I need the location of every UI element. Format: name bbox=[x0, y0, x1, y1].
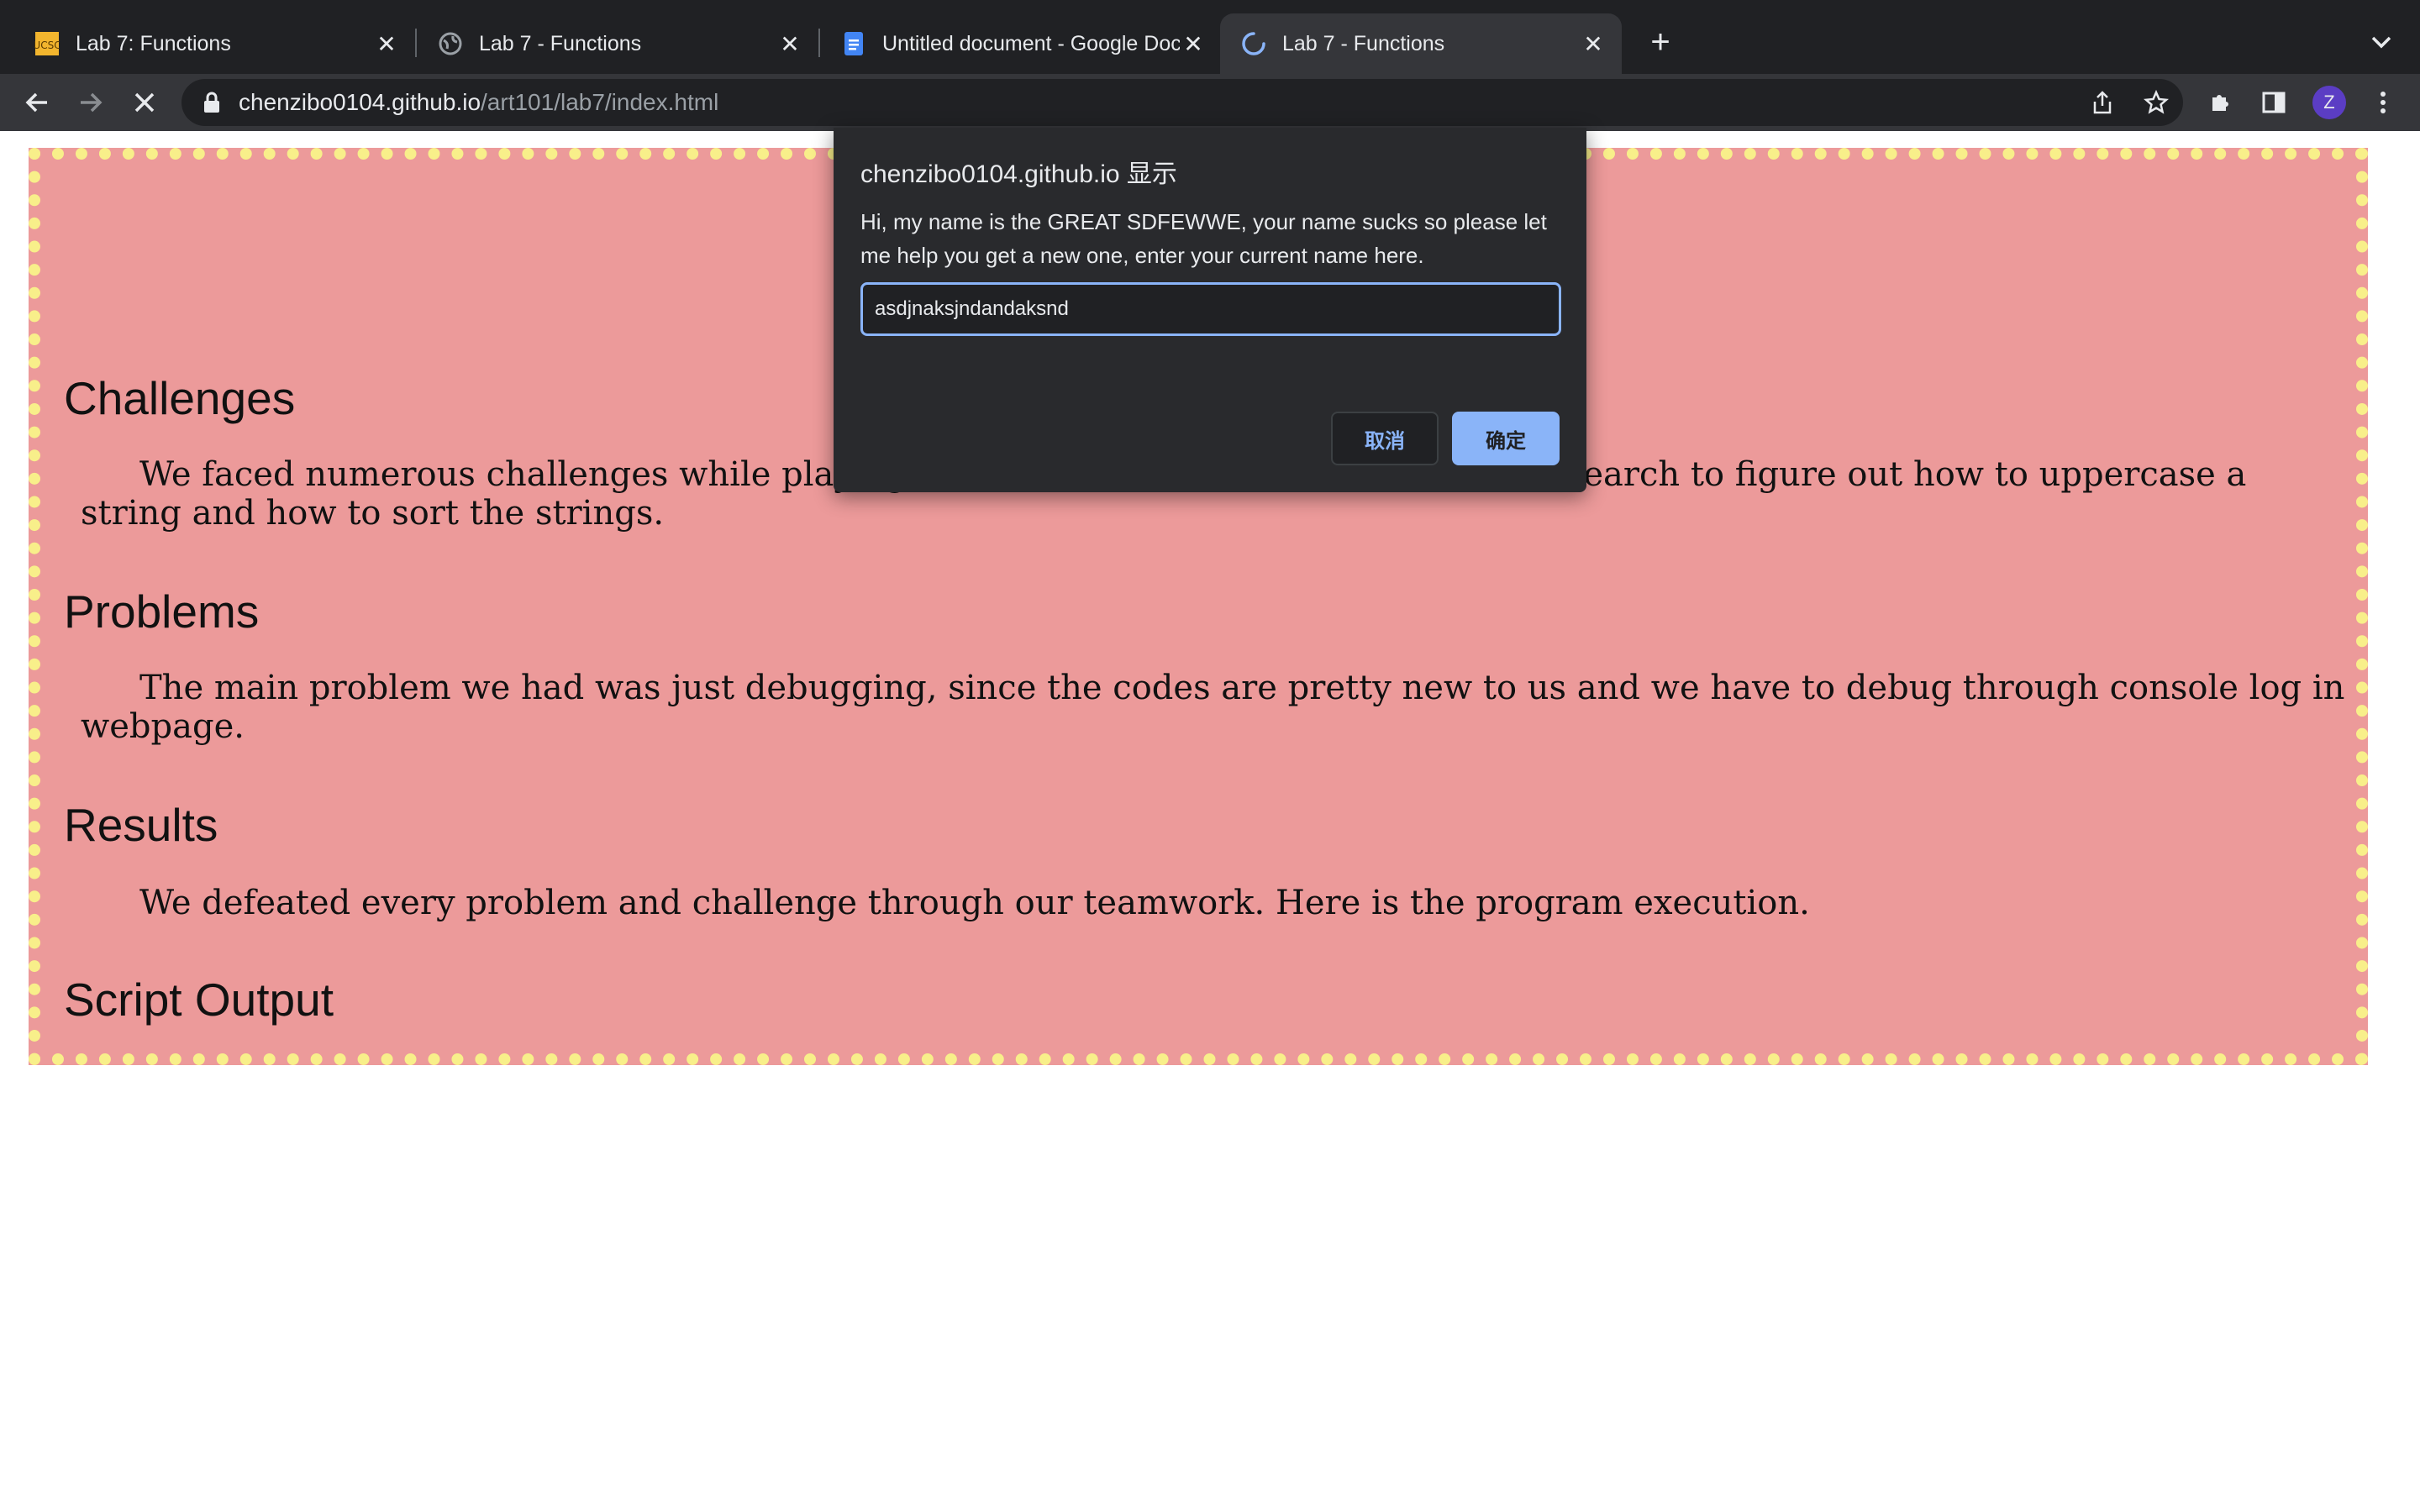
ucsc-logo-icon: UCSC bbox=[34, 30, 60, 57]
close-tab-icon[interactable]: ✕ bbox=[1580, 30, 1607, 57]
browser-toolbar: chenzibo0104.github.io/art101/lab7/index… bbox=[0, 74, 2420, 131]
tab-title: Lab 7 - Functions bbox=[1282, 31, 1445, 55]
section-heading-results: Results bbox=[64, 799, 218, 851]
close-tab-icon[interactable]: ✕ bbox=[776, 30, 803, 57]
section-heading-script-output: Script Output bbox=[64, 974, 334, 1026]
forward-arrow-icon[interactable] bbox=[71, 82, 111, 123]
stop-loading-icon[interactable] bbox=[124, 82, 165, 123]
ok-button[interactable]: 确定 bbox=[1452, 412, 1560, 465]
google-docs-icon bbox=[840, 30, 867, 57]
loading-spinner-icon bbox=[1240, 30, 1267, 57]
address-bar[interactable]: chenzibo0104.github.io/art101/lab7/index… bbox=[182, 79, 2183, 126]
share-icon[interactable] bbox=[2086, 86, 2119, 119]
tab-title: Lab 7 - Functions bbox=[479, 31, 642, 55]
tab-lab7-functions-ucsc[interactable]: UCSC Lab 7: Functions ✕ bbox=[13, 13, 415, 74]
tab-google-docs[interactable]: Untitled document - Google Docs ✕ bbox=[820, 13, 1222, 74]
url-text: chenzibo0104.github.io/art101/lab7/index… bbox=[239, 79, 718, 126]
close-tab-icon[interactable]: ✕ bbox=[1180, 30, 1207, 57]
tab-lab7-functions[interactable]: Lab 7 - Functions ✕ bbox=[417, 13, 818, 74]
new-tab-icon[interactable]: + bbox=[1642, 24, 1679, 60]
back-arrow-icon[interactable] bbox=[17, 82, 57, 123]
section-text-results: We defeated every problem and challenge … bbox=[139, 884, 1810, 922]
profile-avatar[interactable]: Z bbox=[2312, 86, 2346, 119]
cancel-button[interactable]: 取消 bbox=[1331, 412, 1439, 465]
extensions-puzzle-icon[interactable] bbox=[2200, 82, 2240, 123]
bookmark-star-icon[interactable] bbox=[2139, 86, 2173, 119]
lock-icon[interactable] bbox=[200, 91, 224, 114]
url-path: /art101/lab7/index.html bbox=[481, 89, 719, 115]
dialog-title: chenzibo0104.github.io 显示 bbox=[860, 160, 1177, 188]
tab-lab7-functions-active[interactable]: Lab 7 - Functions ✕ bbox=[1220, 13, 1622, 74]
dialog-message: Hi, my name is the GREAT SDFEWWE, your n… bbox=[860, 209, 1547, 268]
tab-strip: UCSC Lab 7: Functions ✕ Lab 7 - Function… bbox=[0, 0, 2420, 74]
side-panel-icon[interactable] bbox=[2254, 82, 2294, 123]
name-input[interactable]: asdjnaksjndandaksnd bbox=[860, 282, 1561, 336]
svg-text:UCSC: UCSC bbox=[34, 39, 60, 51]
section-heading-problems: Problems bbox=[64, 585, 260, 638]
globe-icon bbox=[437, 30, 464, 57]
prompt-dialog: chenzibo0104.github.io 显示 Hi, my name is… bbox=[834, 128, 1586, 492]
tab-title: Lab 7: Functions bbox=[76, 31, 231, 55]
url-host: chenzibo0104.github.io bbox=[239, 89, 481, 115]
chevron-down-icon[interactable] bbox=[2363, 24, 2400, 60]
section-heading-challenges: Challenges bbox=[64, 372, 296, 424]
more-menu-icon[interactable] bbox=[2363, 82, 2403, 123]
close-tab-icon[interactable]: ✕ bbox=[373, 30, 400, 57]
section-text-problems: The main problem we had was just debuggi… bbox=[81, 669, 2345, 746]
tab-title: Untitled document - Google Docs bbox=[882, 31, 1180, 55]
